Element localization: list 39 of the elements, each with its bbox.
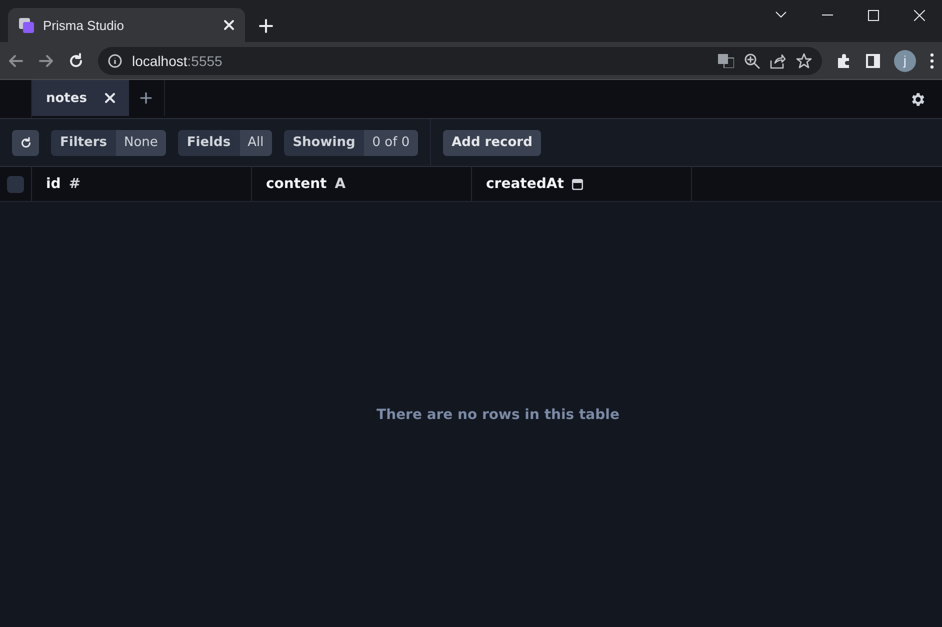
new-tab-icon[interactable] [259,19,273,33]
filter-toggle-button[interactable]: Showing [284,130,364,156]
translate-icon[interactable] [718,54,734,68]
forward-arrow-icon[interactable] [38,52,54,68]
calendar-icon [572,178,583,190]
column-header[interactable]: id [46,176,61,192]
browser-tab-title: Prisma Studio [43,18,125,32]
filter-value: None [116,130,166,156]
maximize-icon[interactable] [868,10,878,20]
close-icon[interactable] [914,10,924,20]
back-arrow-icon[interactable] [8,52,24,68]
more-menu-icon[interactable] [930,52,934,68]
refresh-button[interactable] [12,130,39,156]
filter-value: 0 of 0 [364,130,418,156]
close-icon[interactable] [104,93,115,103]
minimize-icon[interactable] [822,14,832,16]
info-icon[interactable] [108,54,122,68]
star-icon[interactable] [796,52,812,68]
close-icon[interactable] [223,19,235,31]
empty-table-message: There are no rows in this table [376,406,620,422]
side-panel-icon[interactable] [866,54,880,68]
column-type-glyph: # [68,176,81,192]
puzzle-piece-icon[interactable] [836,52,852,68]
zoom-in-icon[interactable] [744,52,760,68]
refresh-icon [20,136,32,148]
column-type-glyph: A [334,176,346,192]
app-logo-icon [18,16,35,34]
filter-value: All [240,130,272,156]
column-header[interactable]: createdAt [486,176,564,192]
add-tab-icon[interactable] [140,92,152,104]
model-tab[interactable]: notes [32,80,129,116]
share-icon[interactable] [770,52,786,68]
filter-toggle-button[interactable]: Filters [51,130,116,156]
select-all-checkbox[interactable] [7,176,24,192]
reload-icon[interactable] [68,52,84,68]
filter-toggle-button[interactable]: Fields [178,130,240,156]
column-header[interactable]: content [266,176,327,192]
add-record-button[interactable]: Add record [442,130,542,156]
chevron-down-icon[interactable] [775,11,787,19]
